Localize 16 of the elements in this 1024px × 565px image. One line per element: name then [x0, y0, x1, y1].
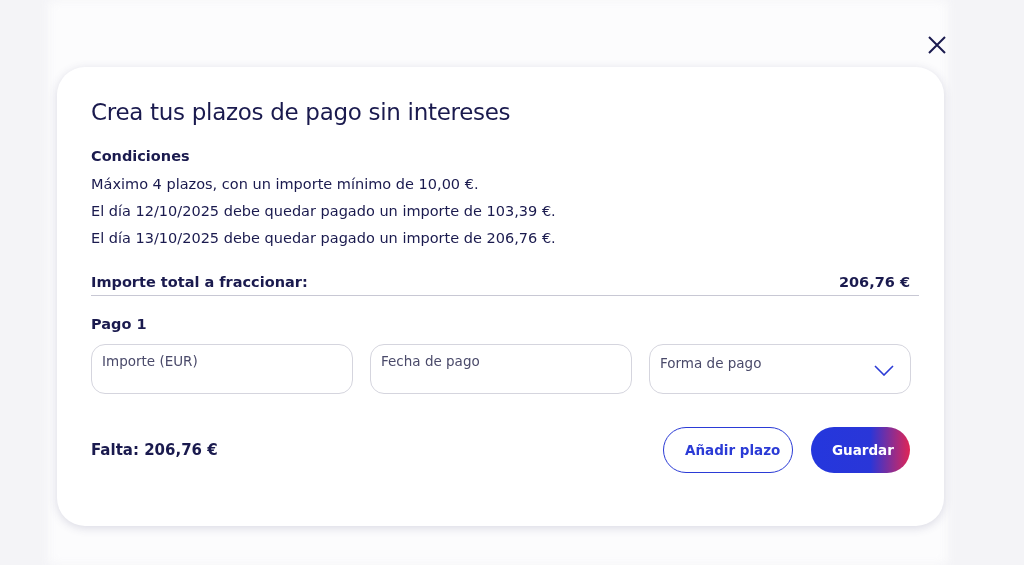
payment-method-select[interactable]: Forma de pago [649, 344, 911, 394]
condition-text: El día 13/10/2025 debe quedar pagado un importe de 206,76 €. [91, 229, 557, 248]
condition-text: Máximo 4 plazos, con un importe mínimo de 10,00 €. [91, 175, 480, 194]
remaining-amount: Falta: 206,76 € [91, 441, 218, 459]
save-button[interactable]: Guardar [811, 427, 910, 473]
chevron-down-icon [874, 365, 894, 376]
input-field[interactable]: Importe (EUR) [91, 344, 353, 394]
total-label: Importe total a fraccionar: [91, 274, 308, 290]
dialog-title: Crea tus plazos de pago sin intereses [91, 99, 512, 125]
close-icon[interactable] [927, 35, 947, 55]
total-value: 206,76 € [838, 274, 910, 290]
condition-text: El día 12/10/2025 debe quedar pagado un importe de 103,39 €. [91, 202, 557, 221]
payment-heading: Pago 1 [91, 316, 148, 332]
add-installment-button[interactable]: Añadir plazo [663, 427, 793, 473]
input-field[interactable]: Fecha de pago [370, 344, 632, 394]
conditions-heading: Condiciones [91, 147, 191, 165]
